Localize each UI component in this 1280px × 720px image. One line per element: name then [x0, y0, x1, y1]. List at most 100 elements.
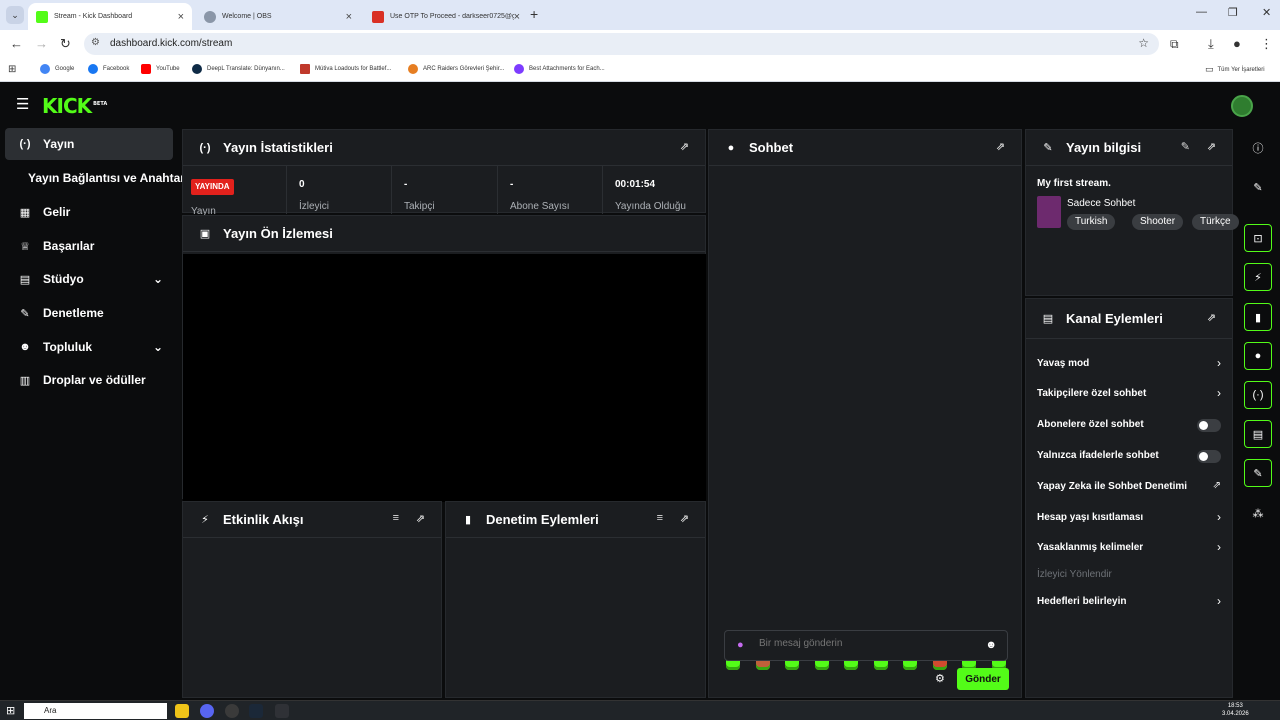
chevron-right-icon[interactable]: ›	[1217, 540, 1221, 554]
popout-icon[interactable]: ⇗	[680, 512, 689, 525]
close-tab-icon[interactable]: ×	[178, 11, 184, 23]
wrench-icon[interactable]: ✎	[1244, 459, 1272, 487]
app-icon[interactable]	[275, 704, 289, 718]
download-icon[interactable]: ⤓	[1208, 36, 1214, 52]
bookmark-deepl[interactable]: DeepL Translate: Dünyanın...	[192, 64, 285, 74]
menu-kebab-icon[interactable]: ⋮	[1260, 36, 1273, 52]
tab-obs-welcome[interactable]: Welcome | OBS ×	[196, 3, 360, 30]
stream-tag[interactable]: Turkish	[1067, 214, 1116, 230]
bookmark-google[interactable]: Google	[40, 64, 74, 74]
stream-tag[interactable]: Türkçe	[1192, 214, 1239, 230]
chrome-icon[interactable]	[175, 704, 189, 718]
action-banned-words[interactable]: Yasaklanmış kelimeler	[1037, 542, 1143, 553]
send-button[interactable]: Gönder	[957, 668, 1009, 690]
sidebar-item-gelir[interactable]: ▦ Gelir	[5, 196, 173, 228]
edit-pencil-icon[interactable]: ✎	[1181, 140, 1190, 153]
info-icon[interactable]: ⓘ	[1244, 134, 1272, 162]
restore-icon[interactable]: ❐	[1228, 6, 1238, 19]
stream-preview-video[interactable]	[183, 254, 706, 502]
back-icon[interactable]: ←	[10, 36, 23, 52]
bookmark-star-icon[interactable]: ☆	[1138, 36, 1149, 50]
site-info-icon[interactable]: ⚙	[91, 37, 100, 48]
system-clock[interactable]: 18:53 3.04.2026	[1222, 702, 1249, 718]
broadcast-icon[interactable]: (·)	[1244, 381, 1272, 409]
bookmark-attachments[interactable]: Best Attachments for Each...	[514, 64, 605, 74]
reload-icon[interactable]: ↻	[60, 36, 71, 52]
kick-logo[interactable]: KICK BETA	[42, 94, 107, 118]
url-text[interactable]: dashboard.kick.com/stream	[110, 38, 232, 49]
action-account-age[interactable]: Hesap yaşı kısıtlaması	[1037, 512, 1143, 523]
filter-icon[interactable]: ≡	[657, 512, 663, 524]
popout-icon[interactable]: ⇗	[996, 140, 1005, 153]
community-icon: ☻	[19, 341, 31, 353]
filter-icon[interactable]: ≡	[393, 512, 399, 524]
channel-icon[interactable]: ▤	[1244, 420, 1272, 448]
chevron-right-icon[interactable]: ›	[1217, 386, 1221, 400]
discord-icon[interactable]	[200, 704, 214, 718]
obs-icon[interactable]	[225, 704, 239, 718]
sidebar-item-stream-key[interactable]: Yayın Bağlantısı ve Anahtarı	[5, 162, 188, 194]
broadcast-icon: (·)	[199, 141, 211, 154]
tab-search-button[interactable]: ⌄	[6, 6, 24, 24]
steam-icon[interactable]	[249, 704, 263, 718]
action-ai-moderation[interactable]: Yapay Zeka ile Sohbet Denetimi	[1037, 481, 1187, 492]
sidebar-item-yayin[interactable]: (·) Yayın	[5, 128, 173, 160]
stat-uptime: 00:01:54 Yayında Olduğu	[602, 166, 706, 214]
taskbar-search[interactable]: Ara	[24, 703, 167, 719]
subscribers-only-toggle[interactable]	[1197, 419, 1221, 432]
bookmark-label: YouTube	[156, 66, 180, 72]
popout-icon[interactable]: ⇗	[416, 512, 425, 525]
stream-tag[interactable]: Shooter	[1132, 214, 1184, 230]
bookmark-facebook[interactable]: Facebook	[88, 64, 129, 74]
sidebar-item-studyo[interactable]: ▤ Stüdyo ⌄	[5, 263, 173, 295]
close-tab-icon[interactable]: ×	[346, 11, 352, 23]
chat-settings-gear-icon[interactable]: ⚙	[935, 672, 945, 685]
action-set-goals[interactable]: Hedefleri belirleyin	[1037, 596, 1126, 607]
microphone-icon[interactable]: ●	[737, 639, 744, 651]
add-widget-icon[interactable]: ⁂	[1244, 499, 1272, 527]
close-tab-icon[interactable]: ×	[514, 11, 520, 23]
sidebar-item-topluluk[interactable]: ☻ Topluluk ⌄	[5, 331, 173, 363]
sidebar-item-denetleme[interactable]: ✎ Denetleme	[5, 297, 173, 329]
bookmark-youtube[interactable]: YouTube	[141, 64, 180, 74]
external-link-icon[interactable]: ⇗	[1213, 480, 1221, 491]
minimize-icon[interactable]: —	[1196, 6, 1207, 18]
emote-only-toggle[interactable]	[1197, 450, 1221, 463]
new-tab-button[interactable]: +	[530, 6, 538, 22]
all-bookmarks[interactable]: ▭ Tüm Yer İşaretleri	[1205, 64, 1265, 75]
windows-start-icon[interactable]: ⊞	[6, 704, 15, 717]
sidebar-item-basarilar[interactable]: ♕ Başarılar	[5, 230, 173, 262]
sidebar-item-droplar[interactable]: ▥ Droplar ve ödüller	[5, 364, 173, 396]
extensions-icon[interactable]: ⧉	[1170, 36, 1179, 52]
stream-category[interactable]: Sadece Sohbet	[1067, 198, 1135, 209]
popout-icon[interactable]: ⇗	[1207, 311, 1216, 324]
action-slow-mode[interactable]: Yavaş mod	[1037, 358, 1089, 369]
stats-icon[interactable]: ⊡	[1244, 224, 1272, 252]
forward-icon[interactable]: →	[35, 36, 48, 52]
chevron-right-icon[interactable]: ›	[1217, 356, 1221, 370]
bookmark-loadouts[interactable]: Mútiva Loadouts for Battlef...	[300, 64, 391, 74]
apps-grid-icon[interactable]: ⊞	[8, 64, 16, 75]
action-followers-only[interactable]: Takipçilere özel sohbet	[1037, 388, 1146, 399]
tab-kick-dashboard[interactable]: Stream - Kick Dashboard ×	[28, 3, 192, 30]
close-window-icon[interactable]: ✕	[1262, 6, 1271, 19]
edit-pencil-icon[interactable]: ✎	[1244, 173, 1272, 201]
bolt-icon[interactable]: ⚡	[1244, 263, 1272, 291]
chat-message-input[interactable]	[759, 638, 979, 649]
chevron-right-icon[interactable]: ›	[1217, 510, 1221, 524]
tab-gmail[interactable]: Use OTP To Proceed - darkseer0725@gm... …	[364, 3, 528, 30]
chevron-right-icon[interactable]: ›	[1217, 594, 1221, 608]
bookmark-label: Facebook	[103, 66, 130, 72]
address-bar[interactable]: ⚙ dashboard.kick.com/stream ☆	[84, 33, 1159, 55]
popout-icon[interactable]: ⇗	[1207, 140, 1216, 153]
hamburger-menu-icon[interactable]: ☰	[16, 97, 29, 112]
log-icon[interactable]: ▮	[1244, 303, 1272, 331]
popout-icon[interactable]: ⇗	[680, 140, 689, 153]
bookmark-arc-raiders[interactable]: ARC Raiders Görevleri Şehir...	[408, 64, 504, 74]
profile-icon[interactable]: ●	[1233, 36, 1241, 52]
chat-bubble-icon[interactable]: ●	[1244, 342, 1272, 370]
user-avatar[interactable]	[1231, 95, 1253, 117]
panel-title: Denetim Eylemleri	[486, 512, 599, 527]
emoji-icon[interactable]: ☻	[985, 639, 997, 651]
channel-icon: ▤	[1042, 313, 1054, 325]
